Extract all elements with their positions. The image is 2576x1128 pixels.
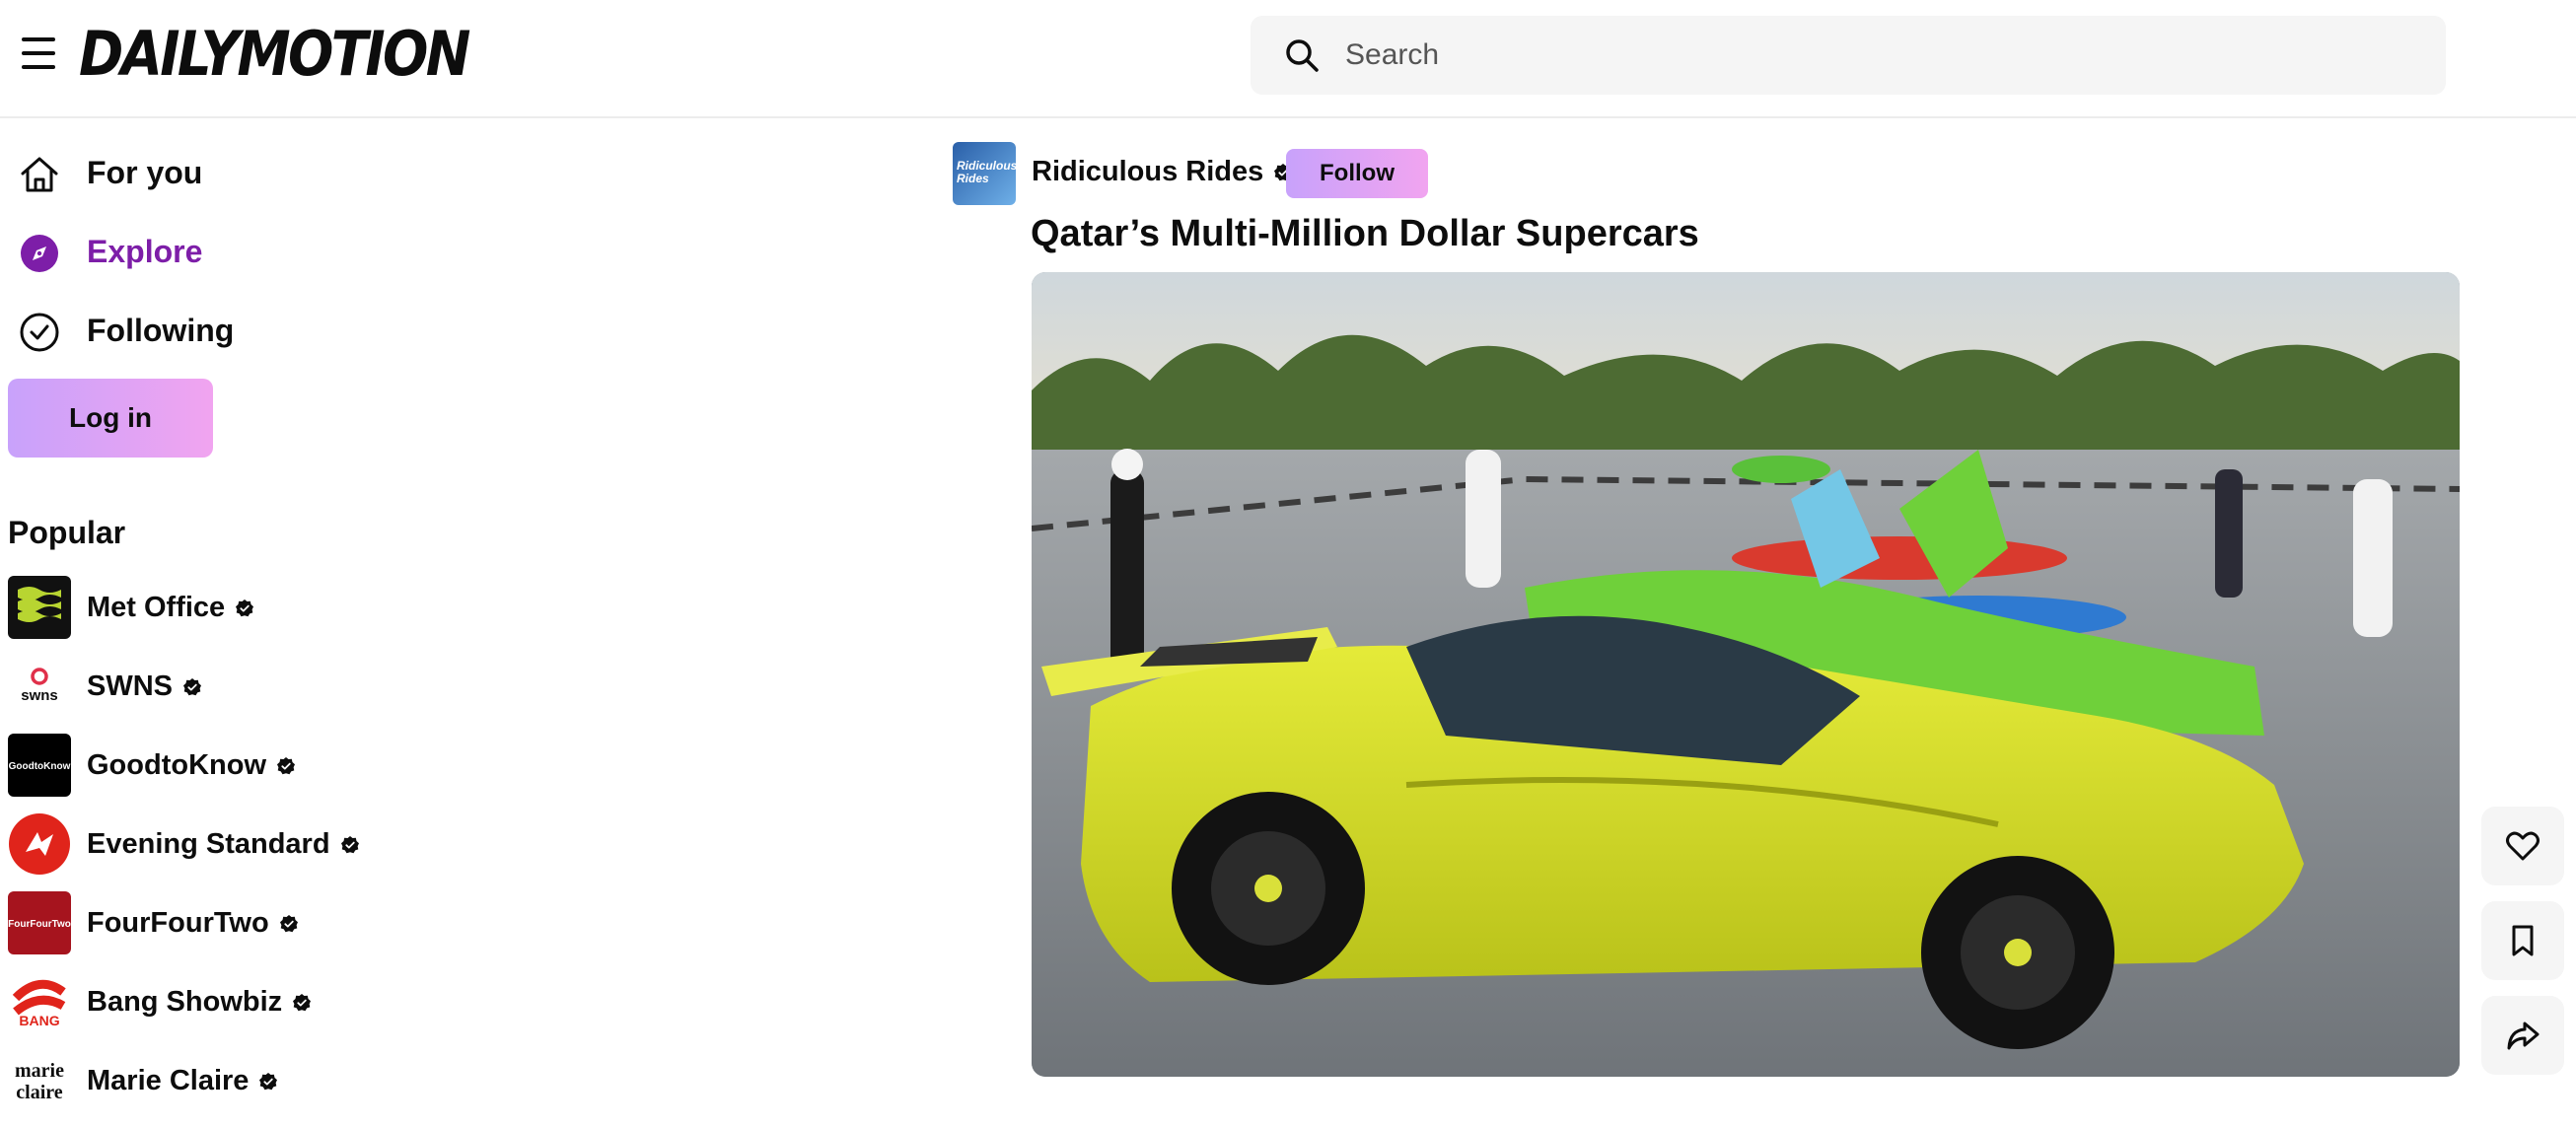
svg-text:marie: marie bbox=[15, 1060, 64, 1082]
verified-badge-icon bbox=[340, 836, 359, 854]
login-button[interactable]: Log in bbox=[8, 379, 213, 458]
channel-name: FourFourTwo bbox=[87, 907, 269, 939]
swns-logo-icon: swns bbox=[21, 668, 58, 704]
channel-fourfourtwo[interactable]: FourFourTwo FourFourTwo bbox=[8, 891, 560, 956]
channel-name: Bang Showbiz bbox=[87, 986, 283, 1018]
goodtoknow-logo-icon: GoodtoKnow bbox=[9, 761, 71, 772]
verified-badge-icon bbox=[259, 1073, 278, 1091]
top-header: DAILYMOTION bbox=[0, 0, 2576, 118]
svg-text:swns: swns bbox=[21, 687, 58, 704]
video-player[interactable] bbox=[1032, 272, 2460, 1077]
marie-claire-logo-icon: marie claire bbox=[15, 1060, 64, 1103]
save-button[interactable] bbox=[2481, 901, 2564, 980]
search-input[interactable] bbox=[1345, 30, 2410, 81]
channel-avatar: swns bbox=[8, 655, 71, 718]
channel-avatar: FourFourTwo bbox=[8, 891, 71, 954]
channel-name: Marie Claire bbox=[87, 1065, 250, 1096]
check-circle-icon bbox=[20, 313, 59, 352]
follow-button[interactable]: Follow bbox=[1286, 149, 1428, 198]
channel-name: Evening Standard bbox=[87, 828, 330, 860]
channel-name: SWNS bbox=[87, 670, 173, 702]
nav-for-you[interactable]: For you bbox=[0, 138, 592, 207]
svg-text:GoodtoKnow: GoodtoKnow bbox=[9, 761, 71, 772]
bang-showbiz-logo-icon: BANG bbox=[12, 979, 66, 1028]
popular-heading: Popular bbox=[8, 515, 126, 550]
channel-avatar bbox=[8, 576, 71, 639]
nav-label: Following bbox=[87, 312, 235, 348]
channel-met-office[interactable]: Met Office bbox=[8, 576, 560, 641]
share-button[interactable] bbox=[2481, 996, 2564, 1075]
svg-text:claire: claire bbox=[16, 1082, 63, 1103]
channel-name-link[interactable]: Ridiculous Rides bbox=[1032, 156, 1293, 188]
heart-icon bbox=[2506, 831, 2540, 861]
fourfourtwo-logo-icon: FourFourTwo bbox=[8, 919, 71, 930]
verified-badge-icon bbox=[293, 994, 312, 1012]
verified-badge-icon bbox=[279, 915, 298, 933]
met-office-logo-icon bbox=[18, 587, 61, 622]
share-icon bbox=[2507, 1022, 2540, 1050]
nav-explore[interactable]: Explore bbox=[0, 217, 592, 286]
svg-text:FourFourTwo: FourFourTwo bbox=[8, 919, 71, 930]
channel-bang-showbiz[interactable]: BANG Bang Showbiz bbox=[8, 970, 560, 1035]
menu-icon[interactable] bbox=[18, 35, 61, 75]
dailymotion-logo[interactable]: DAILYMOTION bbox=[79, 18, 470, 90]
channel-avatar-text: Ridiculous Rides bbox=[957, 159, 1016, 186]
channel-goodtoknow[interactable]: GoodtoKnow GoodtoKnow bbox=[8, 734, 560, 799]
channel-swns[interactable]: swns SWNS bbox=[8, 655, 560, 720]
verified-badge-icon bbox=[277, 757, 296, 775]
verified-badge-icon bbox=[183, 678, 201, 696]
channel-avatar: BANG bbox=[8, 970, 71, 1033]
channel-name: Met Office bbox=[87, 592, 226, 623]
bookmark-icon bbox=[2512, 925, 2534, 956]
channel-avatar bbox=[8, 812, 71, 876]
search-icon[interactable] bbox=[1284, 37, 1320, 73]
search-bar[interactable] bbox=[1251, 16, 2446, 95]
compass-icon bbox=[21, 235, 58, 272]
channel-avatar: GoodtoKnow bbox=[8, 734, 71, 797]
nav-following[interactable]: Following bbox=[0, 296, 592, 365]
channel-marie-claire[interactable]: marie claire Marie Claire bbox=[8, 1049, 560, 1114]
video-thumbnail bbox=[1032, 272, 2460, 1077]
nav-label: Explore bbox=[87, 233, 203, 269]
channel-name: Ridiculous Rides bbox=[1032, 156, 1264, 187]
verified-badge-icon bbox=[236, 599, 254, 617]
evening-standard-logo-icon bbox=[9, 813, 70, 875]
like-button[interactable] bbox=[2481, 807, 2564, 885]
channel-avatar: marie claire bbox=[8, 1049, 71, 1112]
channel-evening-standard[interactable]: Evening Standard bbox=[8, 812, 560, 878]
channel-name: GoodtoKnow bbox=[87, 749, 267, 781]
video-title: Qatar’s Multi-Million Dollar Supercars bbox=[1031, 213, 1699, 254]
nav-label: For you bbox=[87, 154, 203, 190]
home-icon bbox=[21, 157, 58, 192]
svg-text:BANG: BANG bbox=[19, 1013, 59, 1028]
channel-avatar-ridiculous-rides[interactable]: Ridiculous Rides bbox=[953, 142, 1016, 205]
